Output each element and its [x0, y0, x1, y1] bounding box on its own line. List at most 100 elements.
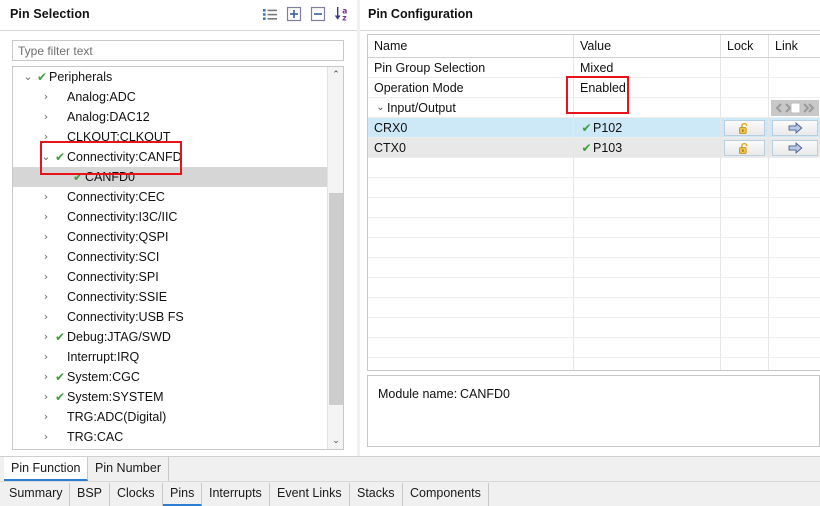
tab-bsp[interactable]: BSP [70, 483, 111, 506]
tab-pins[interactable]: Pins [163, 483, 203, 506]
tree-item[interactable]: › Timers:AGT [13, 447, 328, 449]
tree-item[interactable]: › Connectivity:CEC [13, 187, 328, 207]
peripheral-tree-viewport[interactable]: ⌄ ✔ Peripherals › Analog:ADC › Analog:DAC12 ›… [13, 67, 328, 449]
chevron-right-icon[interactable]: › [39, 347, 53, 367]
tab-stacks[interactable]: Stacks [350, 483, 403, 506]
tree-item[interactable]: › Connectivity:SCI [13, 247, 328, 267]
chevron-right-icon[interactable]: › [39, 307, 53, 327]
tab-pin-function[interactable]: Pin Function [4, 457, 89, 481]
chevron-right-icon[interactable]: › [39, 327, 53, 347]
tree-item[interactable]: › Connectivity:SSIE [13, 287, 328, 307]
tab-clocks[interactable]: Clocks [110, 483, 163, 506]
cell-link [769, 298, 820, 318]
tab-label: Event Links [277, 486, 342, 500]
tab-event-links[interactable]: Event Links [270, 483, 350, 506]
link-navigate-button[interactable] [772, 120, 818, 136]
expand-list-icon[interactable] [261, 5, 279, 23]
pin-group-navigator[interactable] [771, 100, 819, 116]
scroll-down-icon[interactable]: ⌄ [328, 433, 343, 449]
chevron-down-icon[interactable]: ⌄ [374, 98, 387, 117]
cell-link[interactable] [769, 118, 820, 138]
tab-components[interactable]: Components [403, 483, 489, 506]
filter-input[interactable] [12, 40, 344, 61]
column-header-lock[interactable]: Lock [721, 35, 769, 57]
cell-value[interactable]: ✔P102 [574, 118, 721, 138]
table-row[interactable]: Pin Group Selection Mixed [368, 58, 820, 78]
chevron-right-icon[interactable]: › [39, 387, 53, 407]
tree-item[interactable]: ⌄ ✔ Connectivity:CANFD [13, 147, 328, 167]
tree-item[interactable]: › Interrupt:IRQ [13, 347, 328, 367]
tree-item[interactable]: › Analog:DAC12 [13, 107, 328, 127]
column-header-value[interactable]: Value [574, 35, 721, 57]
cell-value[interactable]: Enabled [574, 78, 721, 98]
cell-value[interactable]: Mixed [574, 58, 721, 78]
tab-summary[interactable]: Summary [2, 483, 71, 506]
tab-interrupts[interactable]: Interrupts [202, 483, 270, 506]
cell-name[interactable]: CTX0 [368, 138, 574, 158]
cell-link [769, 238, 820, 258]
tree-item[interactable]: ⌄ ✔ Peripherals [13, 67, 328, 87]
tree-item[interactable]: › ✔ System:CGC [13, 367, 328, 387]
lock-toggle-button[interactable] [724, 140, 765, 156]
tree-item[interactable]: › ✔ Debug:JTAG/SWD [13, 327, 328, 347]
collapse-all-icon[interactable] [309, 5, 327, 23]
chevron-right-icon[interactable]: › [39, 287, 53, 307]
cell-lock[interactable] [721, 98, 769, 118]
cell-lock[interactable] [721, 138, 769, 158]
table-row[interactable]: CTX0 ✔P103 [368, 138, 820, 158]
chevron-right-icon[interactable]: › [39, 87, 53, 107]
chevron-right-icon[interactable]: › [39, 447, 53, 449]
cell-value [574, 218, 721, 238]
tree-item[interactable]: ✔ CANFD0 [13, 167, 328, 187]
tree-item[interactable]: › TRG:ADC(Digital) [13, 407, 328, 427]
tree-item[interactable]: › Analog:ADC [13, 87, 328, 107]
scroll-up-icon[interactable]: ⌃ [328, 67, 343, 83]
chevron-right-icon[interactable]: › [39, 127, 53, 147]
cell-lock[interactable] [721, 58, 769, 78]
lock-toggle-button[interactable] [724, 120, 765, 136]
check-spacer [53, 87, 67, 107]
cell-name[interactable]: Pin Group Selection [368, 58, 574, 78]
cell-value[interactable] [574, 98, 721, 118]
chevron-right-icon[interactable]: › [39, 367, 53, 387]
tree-item[interactable]: › Connectivity:USB FS [13, 307, 328, 327]
tree-item[interactable]: › Connectivity:SPI [13, 267, 328, 287]
cell-link[interactable] [769, 98, 820, 118]
cell-name[interactable]: CRX0 [368, 118, 574, 138]
tree-item[interactable]: › Connectivity:I3C/IIC [13, 207, 328, 227]
cell-lock[interactable] [721, 118, 769, 138]
cell-value[interactable]: ✔P103 [574, 138, 721, 158]
scrollbar-thumb[interactable] [329, 193, 343, 405]
chevron-right-icon[interactable]: › [39, 427, 53, 447]
table-row[interactable]: CRX0 ✔P102 [368, 118, 820, 138]
chevron-right-icon[interactable]: › [39, 247, 53, 267]
cell-link[interactable] [769, 78, 820, 98]
cell-name[interactable]: ⌄ Input/Output [368, 98, 574, 118]
tree-item[interactable]: › CLKOUT:CLKOUT [13, 127, 328, 147]
column-header-link[interactable]: Link [769, 35, 820, 57]
cell-link[interactable] [769, 58, 820, 78]
tree-item[interactable]: › Connectivity:QSPI [13, 227, 328, 247]
cell-name[interactable]: Operation Mode [368, 78, 574, 98]
table-row[interactable]: ⌄ Input/Output [368, 98, 820, 118]
tree-item[interactable]: › TRG:CAC [13, 427, 328, 447]
table-row[interactable]: Operation Mode Enabled [368, 78, 820, 98]
tree-item[interactable]: › ✔ System:SYSTEM [13, 387, 328, 407]
sort-az-icon[interactable]: a z [333, 5, 351, 23]
link-navigate-button[interactable] [772, 140, 818, 156]
chevron-down-icon[interactable]: ⌄ [39, 147, 53, 167]
cell-link[interactable] [769, 138, 820, 158]
chevron-down-icon[interactable]: ⌄ [21, 67, 35, 87]
check-spacer [53, 127, 67, 147]
chevron-right-icon[interactable]: › [39, 187, 53, 207]
chevron-right-icon[interactable]: › [39, 227, 53, 247]
chevron-right-icon[interactable]: › [39, 207, 53, 227]
chevron-right-icon[interactable]: › [39, 407, 53, 427]
chevron-right-icon[interactable]: › [39, 267, 53, 287]
tree-vertical-scrollbar[interactable]: ⌃ ⌄ [327, 67, 343, 449]
column-header-name[interactable]: Name [368, 35, 574, 57]
cell-lock[interactable] [721, 78, 769, 98]
expand-all-icon[interactable] [285, 5, 303, 23]
chevron-right-icon[interactable]: › [39, 107, 53, 127]
tab-pin-number[interactable]: Pin Number [88, 457, 169, 481]
